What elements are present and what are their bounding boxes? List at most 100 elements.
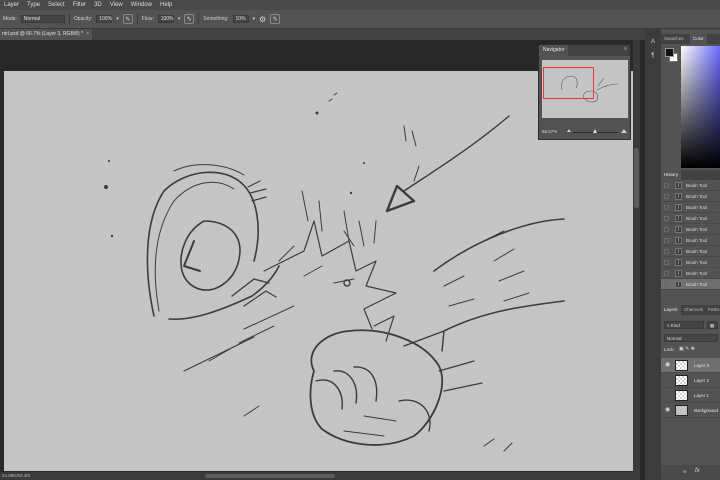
menu-type[interactable]: Type (27, 2, 40, 8)
layer-name: Background (694, 408, 719, 413)
eye-icon[interactable]: ◉ (665, 407, 670, 414)
snapshot-checkbox[interactable] (664, 260, 669, 265)
brush-icon: / (675, 204, 682, 211)
chevron-down-icon[interactable]: ▾ (116, 16, 119, 22)
options-bar: Mode: Normal Opacity: 100% ▾ ✎ Flow: 100… (0, 10, 720, 29)
history-item[interactable]: / Brush Tool (661, 224, 720, 235)
scroll-thumb[interactable] (205, 474, 335, 478)
opacity-field[interactable]: 100% (96, 15, 113, 23)
brush-icon: / (675, 270, 682, 277)
history-item-label: Brush Tool (686, 205, 708, 210)
snapshot-checkbox[interactable] (664, 227, 669, 232)
navigator-header: Navigator ≡ (539, 45, 630, 56)
snapshot-checkbox[interactable] (664, 271, 669, 276)
horizontal-scrollbar[interactable] (0, 472, 640, 480)
foreground-color-swatch[interactable] (665, 48, 674, 57)
blend-mode-select[interactable]: Normal (664, 334, 718, 342)
flow-label: Flow: (141, 16, 154, 22)
menu-3d[interactable]: 3D (94, 2, 102, 8)
pressure-opacity-icon[interactable]: ✎ (122, 14, 133, 24)
tab-channels[interactable]: Channels (681, 305, 706, 315)
navigator-view-box[interactable] (543, 67, 594, 99)
menu-view[interactable]: View (110, 2, 123, 8)
zoom-slider-handle[interactable] (593, 129, 597, 133)
history-item-label: Brush Tool (686, 249, 708, 254)
scroll-thumb[interactable] (634, 148, 639, 208)
filter-pixel-icon[interactable]: ▦ (707, 321, 718, 329)
history-item[interactable]: / Brush Tool (661, 268, 720, 279)
menu-window[interactable]: Window (131, 2, 152, 8)
gear-icon[interactable]: ⚙ (259, 15, 266, 24)
airbrush-icon[interactable]: ✎ (184, 14, 195, 24)
dock-icon-strip: A ¶ (645, 29, 661, 480)
menu-layer[interactable]: Layer (4, 2, 19, 8)
layers-footer: ∞ fx (661, 465, 720, 480)
navigator-zoom-value[interactable]: 66.67% (542, 129, 557, 134)
snapshot-checkbox[interactable] (664, 216, 669, 221)
tab-color[interactable]: Color (690, 34, 707, 44)
pressure-size-icon[interactable]: ✎ (270, 14, 281, 24)
snapshot-checkbox[interactable] (664, 282, 669, 287)
layer-name: Layer 2 (694, 378, 710, 383)
menu-filter[interactable]: Filter (73, 2, 86, 8)
character-panel-icon[interactable]: A (648, 37, 658, 47)
right-dock: Swatches Color History / Brush Tool / Brus… (661, 29, 720, 480)
menu-help[interactable]: Help (160, 2, 172, 8)
chevron-down-icon[interactable]: ▾ (178, 16, 181, 22)
paragraph-panel-icon[interactable]: ¶ (648, 51, 658, 61)
tab-paths[interactable]: Paths (705, 305, 720, 315)
layer-row[interactable]: ◉ Background (661, 403, 720, 418)
fx-icon[interactable]: fx (695, 468, 700, 474)
zoom-out-icon[interactable] (567, 129, 571, 132)
layer-row[interactable]: Layer 1 (661, 388, 720, 403)
history-item[interactable]: / Brush Tool (661, 235, 720, 246)
divider (68, 13, 70, 25)
history-item[interactable]: / Brush Tool (661, 246, 720, 257)
layer-filter-select[interactable]: ⌕ Kind (664, 321, 704, 329)
lock-pixels-icon[interactable]: ▣ ✎ ✥ (679, 346, 695, 352)
close-icon[interactable]: × (86, 29, 89, 40)
link-layers-icon[interactable]: ∞ (683, 469, 687, 475)
tab-layers[interactable]: Layers (661, 305, 681, 315)
color-picker-field[interactable] (681, 46, 720, 168)
layer-row[interactable]: Layer 2 (661, 373, 720, 388)
document-tab-bar: ntrl.psd @ 66.7% (Layer 3, RGB/8) * × (0, 29, 655, 40)
panel-menu-icon[interactable]: ≡ (624, 46, 627, 52)
divider (198, 13, 200, 25)
history-item[interactable]: / Brush Tool (661, 213, 720, 224)
history-item-label: Brush Tool (686, 227, 708, 232)
navigator-title[interactable]: Navigator (539, 45, 569, 56)
brush-icon: / (675, 237, 682, 244)
snapshot-checkbox[interactable] (664, 205, 669, 210)
history-item-current[interactable]: / Brush Tool (661, 279, 720, 290)
layer-name: Layer 1 (694, 393, 710, 398)
history-item[interactable]: / Brush Tool (661, 257, 720, 268)
history-item-label: Brush Tool (686, 282, 708, 287)
smoothing-field[interactable]: 10% (232, 15, 249, 23)
flow-field[interactable]: 100% (157, 15, 174, 23)
history-item[interactable]: / Brush Tool (661, 202, 720, 213)
zoom-in-icon[interactable] (621, 129, 627, 133)
chevron-down-icon[interactable]: ▾ (253, 16, 256, 22)
mode-select[interactable]: Normal (20, 15, 65, 23)
tab-swatches[interactable]: Swatches (661, 34, 687, 44)
snapshot-checkbox[interactable] (664, 194, 669, 199)
history-item[interactable]: / Brush Tool (661, 191, 720, 202)
history-item[interactable]: / Brush Tool (661, 180, 720, 191)
layer-filter-label: Kind (670, 323, 680, 328)
history-title[interactable]: History (661, 170, 682, 180)
color-panel-tabs: Swatches Color (661, 34, 720, 44)
snapshot-checkbox[interactable] (664, 183, 669, 188)
navigator-thumbnail[interactable] (542, 60, 628, 118)
eye-icon[interactable]: ◉ (665, 362, 670, 369)
snapshot-checkbox[interactable] (664, 238, 669, 243)
document-tab[interactable]: ntrl.psd @ 66.7% (Layer 3, RGB/8) * × (0, 29, 92, 40)
layer-row[interactable]: ◉ Layer 3 (661, 358, 720, 373)
menu-select[interactable]: Select (48, 2, 65, 8)
layers-panel-tabs: Layers Channels Paths (661, 305, 720, 315)
divider (136, 13, 138, 25)
snapshot-checkbox[interactable] (664, 249, 669, 254)
vertical-scrollbar[interactable] (633, 40, 640, 472)
brush-icon: / (675, 193, 682, 200)
brush-icon: / (675, 215, 682, 222)
